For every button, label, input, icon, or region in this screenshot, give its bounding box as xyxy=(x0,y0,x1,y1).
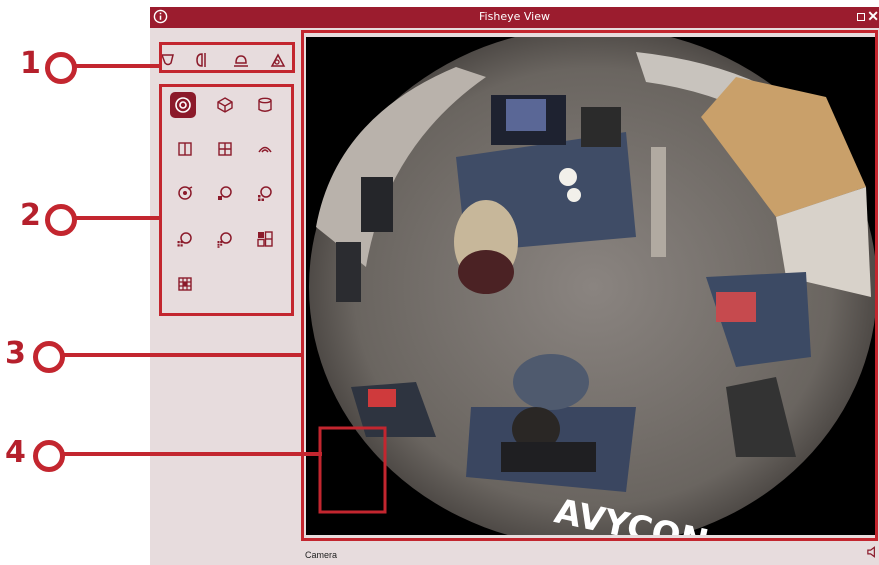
maximize-icon[interactable] xyxy=(857,13,865,21)
camera-source-label: Camera xyxy=(305,550,338,560)
mount-mode-highlight xyxy=(159,42,295,73)
callout-3-ring xyxy=(33,341,65,373)
callout-1-ring xyxy=(45,52,77,84)
callout-4-ring xyxy=(33,440,65,472)
callout-2-line xyxy=(76,216,161,220)
callout-4-number: 4 xyxy=(5,435,26,470)
callout-3-line xyxy=(64,353,303,357)
callout-2-ring xyxy=(45,204,77,236)
callout-1-line xyxy=(76,64,161,68)
close-icon[interactable]: ✕ xyxy=(867,8,879,24)
window-title: Fisheye View xyxy=(479,10,550,23)
speaker-icon[interactable] xyxy=(866,545,879,559)
title-bar: Fisheye View ✕ xyxy=(150,7,879,28)
callout-3-number: 3 xyxy=(5,336,26,371)
callout-2-number: 2 xyxy=(20,198,41,233)
callout-4-line xyxy=(64,452,322,456)
callout-1-number: 1 xyxy=(20,46,41,81)
view-layout-highlight xyxy=(159,84,294,316)
video-view-highlight xyxy=(301,30,878,541)
